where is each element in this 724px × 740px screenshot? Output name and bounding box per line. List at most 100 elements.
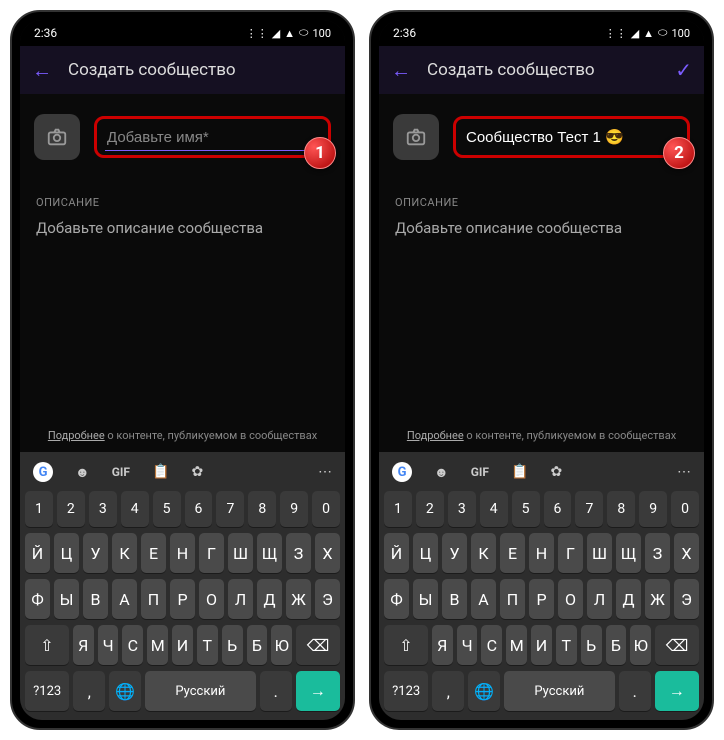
- key-Г[interactable]: Г: [199, 533, 224, 573]
- key-Й[interactable]: Й: [25, 533, 50, 573]
- more-icon[interactable]: ⋯: [677, 464, 691, 480]
- key-6[interactable]: 6: [185, 491, 213, 527]
- google-icon[interactable]: G: [392, 462, 412, 482]
- key-3[interactable]: 3: [89, 491, 117, 527]
- key-8[interactable]: 8: [607, 491, 635, 527]
- key-Ч[interactable]: Ч: [98, 625, 119, 665]
- key-В[interactable]: В: [442, 579, 467, 619]
- key-Ц[interactable]: Ц: [54, 533, 79, 573]
- key-Т[interactable]: Т: [556, 625, 577, 665]
- globe-key[interactable]: 🌐: [468, 671, 500, 711]
- key-Л[interactable]: Л: [228, 579, 253, 619]
- key-8[interactable]: 8: [248, 491, 276, 527]
- key-Э[interactable]: Э: [315, 579, 340, 619]
- backspace-key[interactable]: ⌫: [296, 625, 340, 665]
- key-Н[interactable]: Н: [529, 533, 554, 573]
- description-input[interactable]: Добавьте описание сообщества: [36, 219, 329, 237]
- confirm-check-icon[interactable]: ✓: [675, 58, 692, 82]
- key-0[interactable]: 0: [671, 491, 699, 527]
- globe-key[interactable]: 🌐: [109, 671, 141, 711]
- key-Н[interactable]: Н: [170, 533, 195, 573]
- key-Ф[interactable]: Ф: [384, 579, 409, 619]
- key-6[interactable]: 6: [544, 491, 572, 527]
- key-9[interactable]: 9: [280, 491, 308, 527]
- key-К[interactable]: К: [471, 533, 496, 573]
- key-З[interactable]: З: [286, 533, 311, 573]
- key-Д[interactable]: Д: [616, 579, 641, 619]
- key-Ч[interactable]: Ч: [457, 625, 478, 665]
- back-arrow-icon[interactable]: ←: [391, 58, 411, 83]
- google-icon[interactable]: G: [33, 462, 53, 482]
- period-key[interactable]: .: [619, 671, 651, 711]
- key-Е[interactable]: Е: [500, 533, 525, 573]
- key-Д[interactable]: Д: [257, 579, 282, 619]
- key-М[interactable]: М: [506, 625, 527, 665]
- key-Ь[interactable]: Ь: [222, 625, 243, 665]
- enter-key[interactable]: →: [296, 671, 340, 711]
- sticker-icon[interactable]: ☻: [75, 464, 90, 481]
- key-7[interactable]: 7: [575, 491, 603, 527]
- key-9[interactable]: 9: [639, 491, 667, 527]
- description-input[interactable]: Добавьте описание сообщества: [395, 219, 688, 237]
- key-И[interactable]: И: [172, 625, 193, 665]
- key-Т[interactable]: Т: [197, 625, 218, 665]
- key-2[interactable]: 2: [416, 491, 444, 527]
- period-key[interactable]: .: [260, 671, 292, 711]
- key-Я[interactable]: Я: [432, 625, 453, 665]
- community-name-input[interactable]: [466, 129, 677, 146]
- key-Ж[interactable]: Ж: [645, 579, 670, 619]
- key-У[interactable]: У: [83, 533, 108, 573]
- key-Х[interactable]: Х: [315, 533, 340, 573]
- key-П[interactable]: П: [141, 579, 166, 619]
- key-Р[interactable]: Р: [529, 579, 554, 619]
- comma-key[interactable]: ,: [432, 671, 464, 711]
- key-Ж[interactable]: Ж: [286, 579, 311, 619]
- key-М[interactable]: М: [147, 625, 168, 665]
- key-Щ[interactable]: Щ: [257, 533, 282, 573]
- key-Х[interactable]: Х: [674, 533, 699, 573]
- key-2[interactable]: 2: [57, 491, 85, 527]
- key-7[interactable]: 7: [216, 491, 244, 527]
- clipboard-icon[interactable]: 📋: [152, 464, 169, 480]
- shift-key[interactable]: ⇧: [25, 625, 69, 665]
- community-name-input[interactable]: [107, 129, 318, 146]
- enter-key[interactable]: →: [655, 671, 699, 711]
- settings-icon[interactable]: ✿: [550, 464, 562, 480]
- key-5[interactable]: 5: [153, 491, 181, 527]
- key-Б[interactable]: Б: [606, 625, 627, 665]
- footer-link[interactable]: Подробнее о контенте, публикуемом в сооб…: [48, 429, 317, 442]
- key-3[interactable]: 3: [448, 491, 476, 527]
- key-Ь[interactable]: Ь: [581, 625, 602, 665]
- key-А[interactable]: А: [471, 579, 496, 619]
- key-5[interactable]: 5: [512, 491, 540, 527]
- key-И[interactable]: И: [531, 625, 552, 665]
- key-Ш[interactable]: Ш: [587, 533, 612, 573]
- key-З[interactable]: З: [645, 533, 670, 573]
- key-Ы[interactable]: Ы: [54, 579, 79, 619]
- symbols-key[interactable]: ?123: [384, 671, 428, 711]
- back-arrow-icon[interactable]: ←: [32, 58, 52, 83]
- key-О[interactable]: О: [199, 579, 224, 619]
- key-О[interactable]: О: [558, 579, 583, 619]
- key-0[interactable]: 0: [312, 491, 340, 527]
- gif-button[interactable]: GIF: [112, 465, 130, 479]
- comma-key[interactable]: ,: [73, 671, 105, 711]
- settings-icon[interactable]: ✿: [191, 464, 203, 480]
- key-Я[interactable]: Я: [73, 625, 94, 665]
- backspace-key[interactable]: ⌫: [655, 625, 699, 665]
- key-Ф[interactable]: Ф: [25, 579, 50, 619]
- space-key[interactable]: Русский: [504, 671, 615, 711]
- key-Э[interactable]: Э: [674, 579, 699, 619]
- key-Ц[interactable]: Ц: [413, 533, 438, 573]
- symbols-key[interactable]: ?123: [25, 671, 69, 711]
- shift-key[interactable]: ⇧: [384, 625, 428, 665]
- key-В[interactable]: В: [83, 579, 108, 619]
- key-Л[interactable]: Л: [587, 579, 612, 619]
- add-photo-button[interactable]: [393, 114, 439, 160]
- key-К[interactable]: К: [112, 533, 137, 573]
- footer-link[interactable]: Подробнее о контенте, публикуемом в сооб…: [407, 429, 676, 442]
- key-П[interactable]: П: [500, 579, 525, 619]
- key-Ы[interactable]: Ы: [413, 579, 438, 619]
- key-1[interactable]: 1: [384, 491, 412, 527]
- key-1[interactable]: 1: [25, 491, 53, 527]
